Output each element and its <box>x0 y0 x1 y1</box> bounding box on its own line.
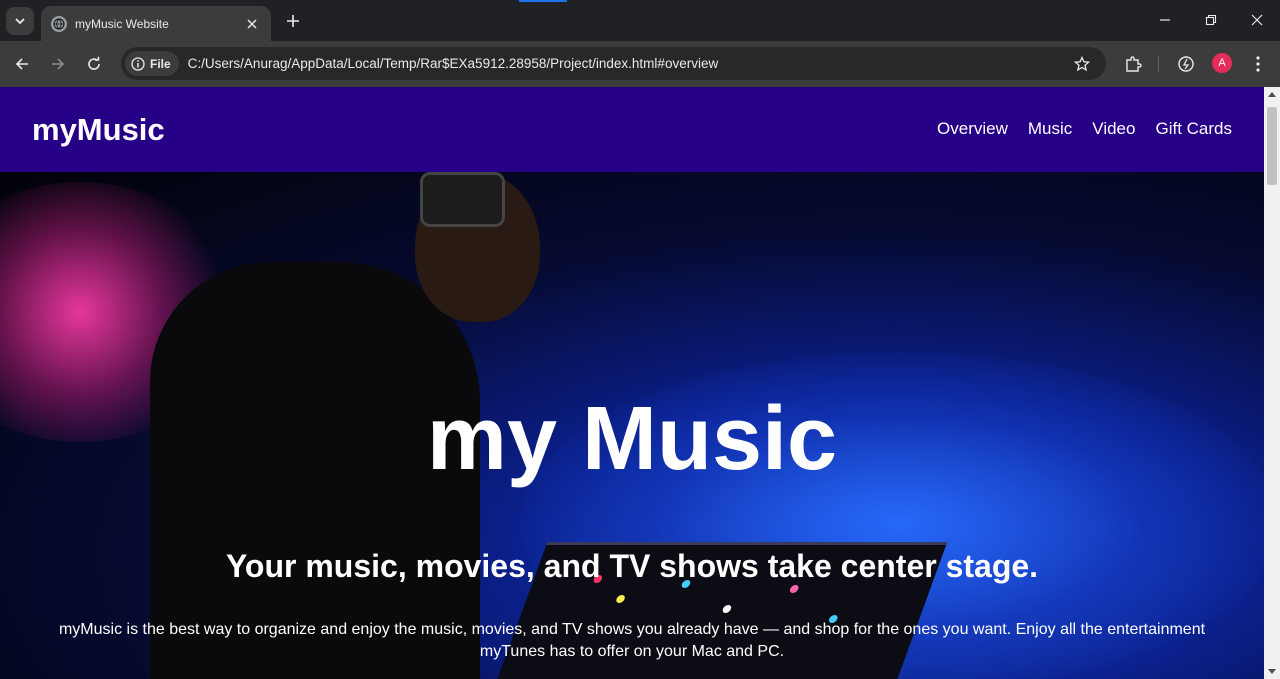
hero-subtitle: Your music, movies, and TV shows take ce… <box>225 548 1039 584</box>
tab-title: myMusic Website <box>75 16 169 31</box>
more-vert-icon <box>1256 56 1260 72</box>
site-info-label: File <box>150 56 171 71</box>
bookmark-button[interactable] <box>1068 50 1096 78</box>
site-logo[interactable]: myMusic <box>32 112 165 148</box>
scroll-down-arrow[interactable] <box>1268 669 1276 674</box>
browser-toolbar: File C:/Users/Anurag/AppData/Local/Temp/… <box>0 41 1280 87</box>
address-bar[interactable]: File C:/Users/Anurag/AppData/Local/Temp/… <box>121 47 1106 80</box>
hero-section: my Music Your music, movies, and TV show… <box>0 172 1264 679</box>
puzzle-icon <box>1126 56 1142 72</box>
arrow-right-icon <box>52 58 65 70</box>
minimize-button[interactable] <box>1142 6 1188 34</box>
minimize-icon <box>1160 19 1170 21</box>
forward-button[interactable] <box>44 50 72 78</box>
chevron-down-icon <box>15 18 25 25</box>
site-nav: Overview Music Video Gift Cards <box>937 119 1232 139</box>
tab-close-button[interactable] <box>243 15 261 33</box>
hero-title: my Music <box>426 389 838 489</box>
site-header: myMusic Overview Music Video Gift Cards <box>0 87 1264 172</box>
page-viewport: myMusic Overview Music Video Gift Cards … <box>0 87 1264 679</box>
scroll-thumb[interactable] <box>1267 107 1277 185</box>
close-window-button[interactable] <box>1234 6 1280 34</box>
nav-link-overview[interactable]: Overview <box>937 119 1008 139</box>
toolbar-separator <box>1158 56 1159 72</box>
profile-avatar[interactable]: A <box>1212 53 1232 73</box>
page-scrollbar[interactable] <box>1264 87 1280 679</box>
star-icon <box>1074 55 1090 71</box>
nav-link-video[interactable]: Video <box>1092 119 1135 139</box>
restore-icon <box>1205 14 1217 26</box>
tab-strip: myMusic Website <box>0 0 1280 41</box>
hero-description: myMusic is the best way to organize and … <box>58 621 1206 660</box>
arrow-left-icon <box>15 58 28 70</box>
menu-button[interactable] <box>1244 50 1272 78</box>
tab-search-button[interactable] <box>6 7 34 35</box>
url-text[interactable]: C:/Users/Anurag/AppData/Local/Temp/Rar$E… <box>188 56 1068 71</box>
plus-icon <box>287 15 299 27</box>
info-icon <box>131 56 145 71</box>
close-icon <box>247 18 257 29</box>
globe-icon <box>51 15 67 32</box>
extensions-button[interactable] <box>1119 50 1147 78</box>
restore-button[interactable] <box>1188 6 1234 34</box>
new-tab-button[interactable] <box>281 9 305 33</box>
nav-link-music[interactable]: Music <box>1028 119 1072 139</box>
back-button[interactable] <box>8 50 36 78</box>
speedometer-icon <box>1178 56 1194 72</box>
scroll-up-arrow[interactable] <box>1268 92 1276 97</box>
tab-accent-bar <box>519 0 567 2</box>
browser-tab[interactable]: myMusic Website <box>41 6 271 41</box>
close-icon <box>1251 14 1263 26</box>
reload-icon <box>88 56 100 70</box>
performance-button[interactable] <box>1172 50 1200 78</box>
reload-button[interactable] <box>80 50 108 78</box>
site-info-chip[interactable]: File <box>125 51 179 76</box>
nav-link-gift-cards[interactable]: Gift Cards <box>1155 119 1232 139</box>
